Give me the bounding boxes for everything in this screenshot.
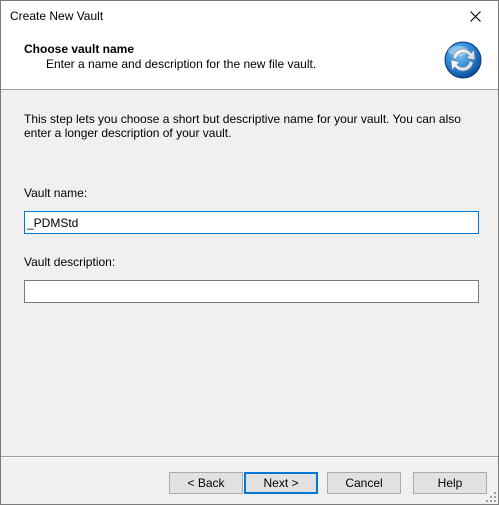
vault-description-label: Vault description: (24, 255, 116, 269)
vault-sync-icon (444, 41, 482, 79)
title-bar: Create New Vault (1, 1, 498, 32)
cancel-button[interactable]: Cancel (327, 472, 401, 494)
button-separator (1, 456, 498, 458)
window-title: Create New Vault (10, 9, 104, 23)
back-button[interactable]: < Back (169, 472, 243, 494)
vault-name-input[interactable] (24, 211, 479, 234)
vault-description-input[interactable] (24, 280, 479, 303)
vault-name-label: Vault name: (24, 186, 88, 200)
close-button[interactable] (452, 1, 498, 32)
step-subtitle: Enter a name and description for the new… (46, 57, 317, 71)
create-new-vault-dialog: Create New Vault Choose vault name Enter… (0, 0, 499, 505)
close-icon (469, 11, 481, 22)
next-button[interactable]: Next > (244, 472, 318, 494)
resize-grip-icon[interactable] (486, 492, 496, 502)
step-title: Choose vault name (24, 42, 135, 56)
intro-text: This step lets you choose a short but de… (24, 112, 461, 140)
wizard-header: Choose vault name Enter a name and descr… (1, 32, 498, 90)
help-button[interactable]: Help (413, 472, 487, 494)
